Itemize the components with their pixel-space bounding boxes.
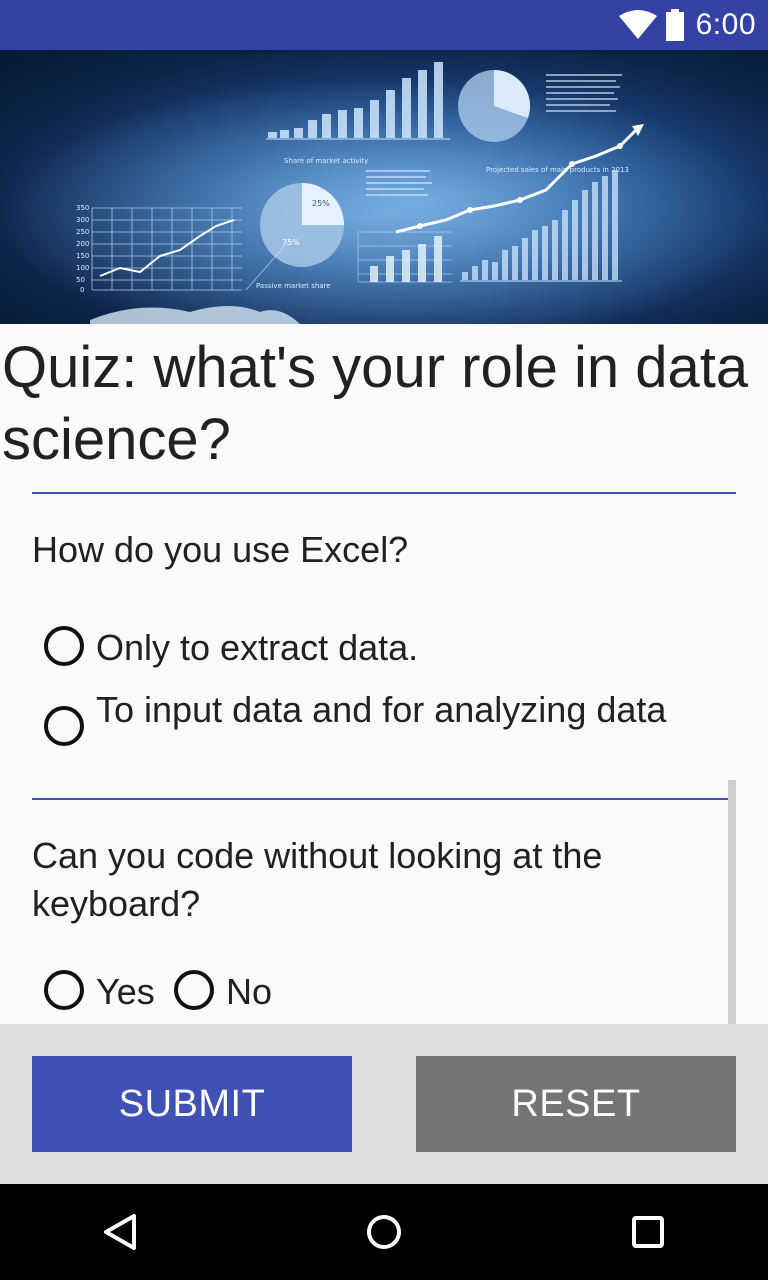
submit-button[interactable]: SUBMIT <box>32 1056 352 1152</box>
header-image: Share of market activity Passive market … <box>0 50 768 324</box>
radio-button-icon[interactable] <box>44 626 84 666</box>
option-clip: To input data and for analyzing data <box>0 680 768 766</box>
chart-label-projected: Projected sales of main products in 2013 <box>486 166 629 174</box>
y-tick: 250 <box>76 228 89 236</box>
radio-button-icon[interactable] <box>174 970 214 1010</box>
chart-label-share: Share of market activity <box>284 157 368 165</box>
question-2-text: Can you code without looking at the keyb… <box>32 835 603 924</box>
option-label: Yes <box>96 971 155 1012</box>
y-tick: 50 <box>76 276 85 284</box>
wifi-icon <box>618 10 657 39</box>
battery-icon <box>665 9 684 41</box>
y-tick: 300 <box>76 216 89 224</box>
clock: 6:00 <box>695 8 756 41</box>
option-label: No <box>226 971 273 1012</box>
home-icon[interactable] <box>360 1208 408 1256</box>
divider <box>32 798 736 800</box>
pie-label-25: 25% <box>312 199 330 208</box>
scrollbar[interactable] <box>728 780 736 1024</box>
option-input-analyze[interactable]: To input data and for analyzing data <box>44 688 704 746</box>
option-label: Only to extract data. <box>96 627 419 668</box>
radio-button-icon[interactable] <box>44 706 84 746</box>
chart-label-passive: Passive market share <box>256 282 331 290</box>
quiz-scroll-area[interactable]: How do you use Excel? Only to extract da… <box>0 480 768 1024</box>
y-tick: 200 <box>76 240 89 248</box>
back-icon[interactable] <box>96 1208 144 1256</box>
page-title: Quiz: what's your role in data science? <box>2 335 749 472</box>
option-yes[interactable]: Yes <box>44 970 155 1014</box>
y-tick: 350 <box>76 204 89 212</box>
status-bar: 6:00 <box>0 0 768 50</box>
button-bar: SUBMIT RESET <box>0 1024 768 1184</box>
reset-button[interactable]: RESET <box>416 1056 736 1152</box>
y-tick: 150 <box>76 252 89 260</box>
y-tick: 0 <box>80 286 84 294</box>
option-label: To input data and for analyzing data <box>96 689 667 730</box>
recents-icon[interactable] <box>624 1208 672 1256</box>
radio-button-icon[interactable] <box>44 970 84 1010</box>
option-no[interactable]: No <box>174 970 272 1014</box>
question-1-text: How do you use Excel? <box>32 529 409 570</box>
navigation-bar <box>0 1184 768 1280</box>
divider <box>32 492 736 494</box>
y-tick: 100 <box>76 264 89 272</box>
option-extract-data[interactable]: Only to extract data. <box>44 626 418 670</box>
